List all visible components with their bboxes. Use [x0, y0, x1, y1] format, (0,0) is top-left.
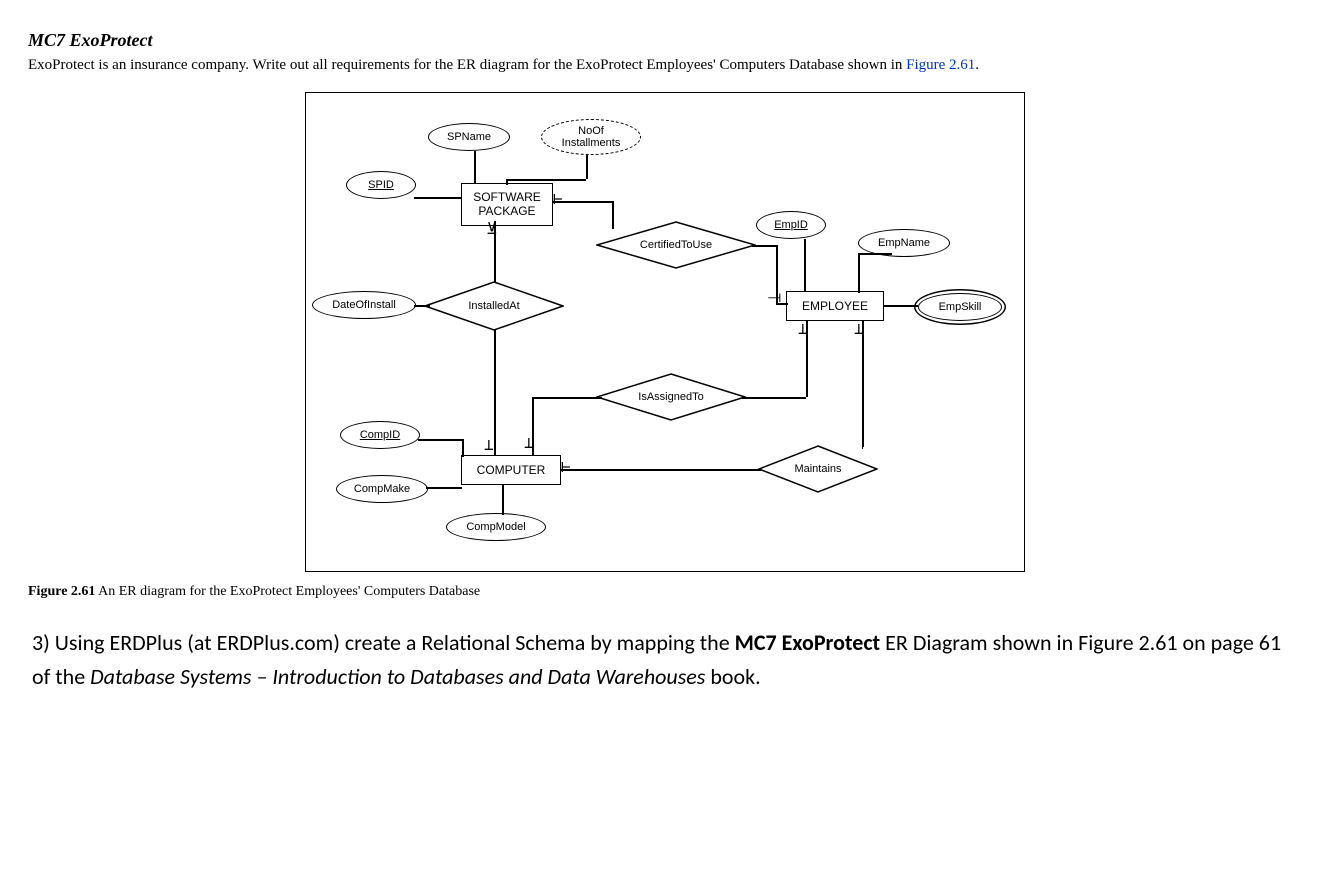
rel-installed-at: InstalledAt [424, 281, 564, 331]
cardinality-icon: ⟞ [768, 289, 781, 305]
section-title: MC7 ExoProtect [28, 30, 1302, 51]
cardinality-icon: ⟂ [854, 321, 864, 337]
question-bold: MC7 ExoProtect [735, 629, 881, 656]
entity-computer: COMPUTER [461, 455, 561, 485]
rel-maintains-label: Maintains [794, 463, 841, 475]
intro-paragraph: ExoProtect is an insurance company. Writ… [28, 57, 1302, 74]
attr-empskill: EmpSkill [918, 293, 1002, 321]
question-text-1: Using ERDPlus (at ERDPlus.com) create a … [55, 629, 735, 656]
figure-link[interactable]: Figure 2.61 [906, 57, 975, 73]
question-3: 3) Using ERDPlus (at ERDPlus.com) create… [32, 626, 1298, 694]
rel-maintains: Maintains [758, 445, 878, 493]
cardinality-icon: ⊥ [524, 435, 534, 451]
entity-employee-label: EMPLOYEE [802, 299, 868, 313]
figure-caption-label: Figure 2.61 [28, 584, 95, 599]
attr-spid: SPID [346, 171, 416, 199]
attr-spname: SPName [428, 123, 510, 151]
entity-software-package: SOFTWARE PACKAGE [461, 183, 553, 226]
entity-computer-label: COMPUTER [477, 463, 546, 477]
entity-software-package-label: SOFTWARE PACKAGE [473, 190, 541, 218]
rel-is-assigned-to: IsAssignedTo [596, 373, 746, 421]
rel-is-assigned-to-label: IsAssignedTo [638, 391, 703, 403]
cardinality-icon: ⊢ [561, 459, 571, 475]
question-italic: Database Systems – Introduction to Datab… [90, 663, 705, 690]
entity-employee: EMPLOYEE [786, 291, 884, 321]
er-diagram: SOFTWARE PACKAGE SPID SPName NoOf Instal… [305, 92, 1025, 572]
cardinality-icon: ⟂ [798, 321, 808, 337]
attr-compmake: CompMake [336, 475, 428, 503]
attr-dateofinstall: DateOfInstall [312, 291, 416, 319]
question-text-3: book. [705, 663, 760, 690]
attr-compmodel: CompModel [446, 513, 546, 541]
question-number: 3) [32, 629, 55, 656]
attr-compid: CompID [340, 421, 420, 449]
figure-caption: Figure 2.61 An ER diagram for the ExoPro… [28, 584, 1302, 600]
figure-caption-text: An ER diagram for the ExoProtect Employe… [95, 584, 480, 599]
cardinality-icon: ⟂ [484, 437, 494, 453]
attr-noof-installments: NoOf Installments [541, 119, 641, 155]
intro-text-post: . [975, 57, 979, 73]
rel-certified-to-use: CertifiedToUse [596, 221, 756, 269]
rel-certified-to-use-label: CertifiedToUse [640, 239, 712, 251]
rel-installed-at-label: InstalledAt [468, 300, 519, 312]
intro-text-pre: ExoProtect is an insurance company. Writ… [28, 57, 906, 73]
cardinality-icon: ⊻ [486, 221, 498, 237]
cardinality-icon: ⊢ [553, 191, 563, 207]
attr-empid: EmpID [756, 211, 826, 239]
